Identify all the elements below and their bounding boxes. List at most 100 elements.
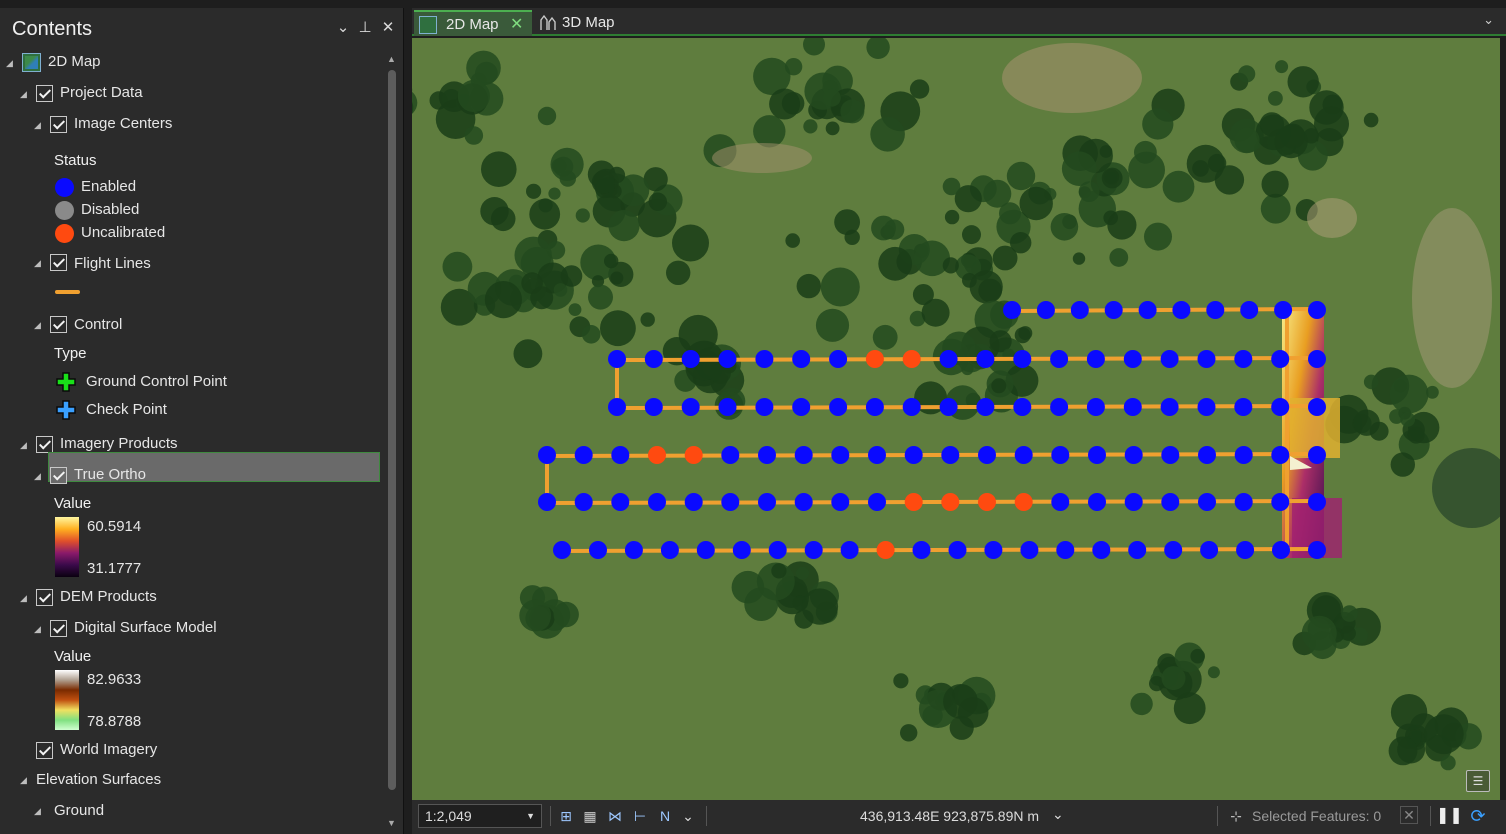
expand-ground-triangle-icon[interactable]: ◢ [34, 806, 44, 816]
flight-lines-checkbox[interactable] [50, 254, 67, 271]
expand-control-triangle-icon[interactable]: ◢ [34, 320, 44, 330]
scale-value: 1:2,049 [425, 808, 472, 824]
map-view[interactable]: ☰ [412, 38, 1500, 800]
grid-icon[interactable]: ▦ [580, 806, 600, 826]
tree-item-dem-products[interactable]: DEM Products [60, 585, 157, 609]
scroll-down-icon[interactable]: ▼ [387, 818, 396, 828]
expand-dsm-triangle-icon[interactable]: ◢ [34, 624, 44, 634]
pause-drawing-icon[interactable]: ❚❚ [1436, 806, 1463, 826]
project-data-checkbox[interactable] [36, 85, 53, 102]
legend-enabled: Enabled [81, 178, 137, 195]
tree-item-image-centers[interactable]: Image Centers [74, 112, 172, 136]
tab-2d-map[interactable]: 2D Map ✕ [414, 10, 532, 36]
scroll-thumb[interactable] [388, 70, 396, 790]
map-notes-icon[interactable]: ☰ [1466, 770, 1490, 792]
pin-icon[interactable]: ⊥ [356, 18, 374, 38]
dem-products-checkbox[interactable] [36, 589, 53, 606]
image-center-point [681, 398, 700, 416]
image-center-point [1088, 446, 1106, 464]
image-center-point [538, 493, 556, 511]
image-center-point [941, 446, 960, 464]
contents-header: Contents ⌄ ⊥ ✕ [0, 8, 404, 48]
expand-imagery-products-triangle-icon[interactable]: ◢ [20, 440, 30, 450]
tree-item-elevation-surfaces[interactable]: Elevation Surfaces [36, 768, 161, 792]
ortho-color-ramp [55, 517, 79, 577]
expand-image-centers-triangle-icon[interactable]: ◢ [34, 120, 44, 130]
ortho-max-value: 60.5914 [87, 518, 142, 535]
expand-flight-lines-triangle-icon[interactable]: ◢ [34, 258, 44, 268]
image-center-point [611, 446, 630, 464]
tree-item-project-data[interactable]: Project Data [60, 81, 143, 105]
close-tab-icon[interactable]: ✕ [510, 12, 523, 38]
image-center-point [768, 541, 787, 559]
image-centers-checkbox[interactable] [50, 116, 67, 133]
constraints-icon[interactable]: ⊢ [630, 806, 650, 826]
coordinate-format-chevron-icon[interactable]: ⌄ [1052, 806, 1064, 823]
contents-scrollbar[interactable]: ▲ ▼ [385, 52, 399, 832]
image-center-point [758, 493, 776, 511]
image-center-point [1271, 446, 1290, 464]
world-imagery-checkbox[interactable] [36, 742, 53, 759]
separator [550, 806, 551, 826]
dsm-checkbox[interactable] [50, 620, 67, 637]
image-center-point [755, 350, 774, 368]
image-center-point [1086, 398, 1105, 416]
image-center-point [1036, 301, 1055, 319]
image-center-point [624, 541, 643, 559]
tree-item-2d-map[interactable]: 2D Map [48, 50, 101, 74]
expand-2d-map-triangle-icon[interactable]: ◢ [6, 58, 16, 68]
scroll-up-icon[interactable]: ▲ [387, 54, 396, 64]
image-center-point [831, 446, 850, 464]
tree-item-control[interactable]: Control [74, 313, 122, 337]
image-center-point [684, 493, 703, 511]
image-center-point [794, 493, 813, 511]
image-center-point [1086, 350, 1105, 368]
image-center-point [1197, 350, 1216, 368]
fixed-zoom-in-icon[interactable]: ⊞ [556, 806, 576, 826]
north-arrow-icon[interactable]: N [655, 806, 675, 826]
tabs-overflow-chevron-icon[interactable]: ⌄ [1483, 12, 1494, 28]
map-canvas[interactable] [412, 38, 1500, 800]
close-pane-icon[interactable]: ✕ [379, 18, 397, 38]
image-center-point [794, 446, 813, 464]
image-center-point [648, 446, 666, 464]
pane-menu-chevron-icon[interactable]: ⌄ [334, 18, 352, 38]
enabled-symbol-icon [55, 178, 74, 197]
legend-uncalibrated: Uncalibrated [81, 224, 166, 241]
tab-3d-map[interactable]: 3D Map [534, 10, 634, 36]
select-features-icon[interactable]: ⊹ [1226, 806, 1246, 826]
image-center-point [1274, 301, 1293, 319]
image-center-point [1308, 446, 1326, 464]
expand-project-data-triangle-icon[interactable]: ◢ [20, 89, 30, 99]
image-center-point [684, 446, 703, 464]
expand-true-ortho-triangle-icon[interactable]: ◢ [34, 471, 44, 481]
scale-selector[interactable]: 1:2,049 ▼ [418, 804, 542, 828]
tree-item-flight-lines[interactable]: Flight Lines [74, 252, 151, 276]
refresh-icon[interactable]: ⟳ [1468, 806, 1488, 826]
dsm-value-heading: Value [54, 648, 92, 665]
image-center-point [912, 541, 931, 559]
image-center-point [804, 541, 823, 559]
image-center-point [1234, 398, 1253, 416]
snapping-icon[interactable]: ⋈ [605, 806, 625, 826]
expand-elevation-surfaces-triangle-icon[interactable]: ◢ [20, 775, 30, 785]
image-center-point [1308, 301, 1326, 319]
control-checkbox[interactable] [50, 316, 67, 333]
tree-item-ground[interactable]: Ground [54, 799, 104, 823]
expand-dem-products-triangle-icon[interactable]: ◢ [20, 593, 30, 603]
image-center-point [1014, 493, 1033, 511]
imagery-products-checkbox[interactable] [36, 436, 53, 453]
true-ortho-checkbox[interactable] [50, 467, 67, 484]
image-center-point [721, 446, 740, 464]
image-center-point [1070, 301, 1089, 319]
clear-selection-icon[interactable]: ✕ [1400, 806, 1418, 824]
tools-dropdown-chevron-icon[interactable]: ⌄ [678, 806, 698, 826]
tree-item-world-imagery[interactable]: World Imagery [60, 738, 157, 762]
tree-item-true-ortho[interactable]: True Ortho [74, 463, 146, 487]
flight-line [1011, 307, 1318, 313]
image-center-point [644, 350, 663, 368]
tree-item-digital-surface-model[interactable]: Digital Surface Model [74, 616, 217, 640]
scale-dropdown-icon[interactable]: ▼ [526, 805, 535, 827]
image-center-point [1164, 541, 1183, 559]
image-center-point [1051, 493, 1070, 511]
